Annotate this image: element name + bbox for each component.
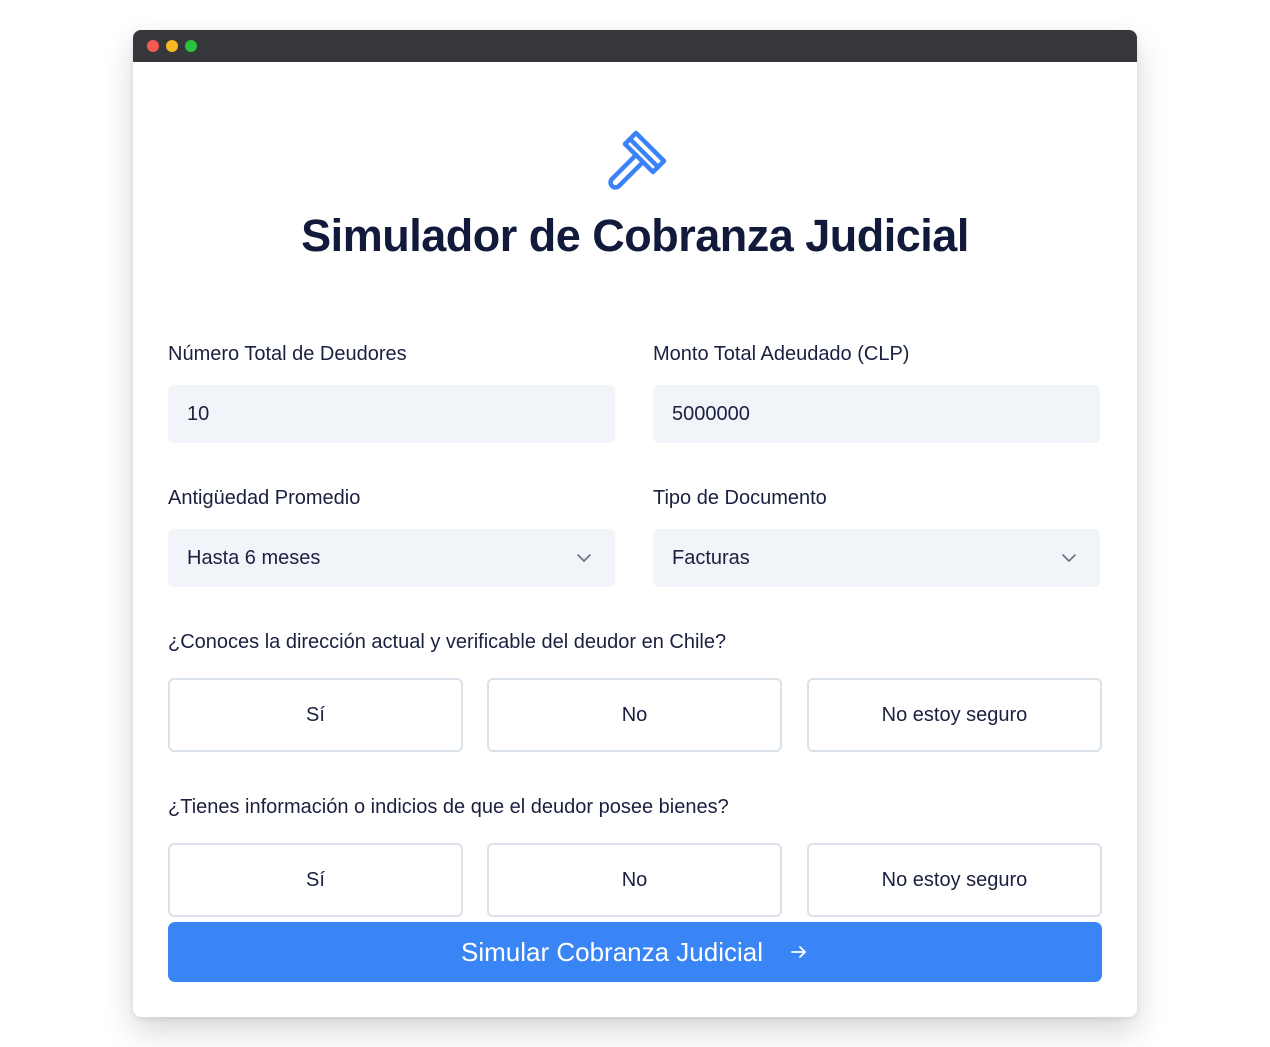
debtors-input[interactable]: 10 bbox=[168, 385, 615, 443]
assets-question: ¿Tienes información o indicios de que el… bbox=[168, 796, 729, 818]
option-label: Sí bbox=[306, 703, 325, 726]
chevron-down-icon bbox=[1062, 554, 1076, 562]
minimize-window-button[interactable] bbox=[166, 40, 178, 52]
option-label: No estoy seguro bbox=[881, 868, 1028, 891]
option-label: Sí bbox=[306, 868, 325, 891]
page-content: Simulador de Cobranza Judicial Número To… bbox=[133, 62, 1137, 1017]
close-window-button[interactable] bbox=[147, 40, 159, 52]
address-option-yes[interactable]: Sí bbox=[168, 678, 463, 752]
option-label: No bbox=[621, 703, 648, 726]
chevron-down-icon bbox=[577, 554, 591, 562]
arrow-right-icon bbox=[791, 946, 806, 958]
maximize-window-button[interactable] bbox=[185, 40, 197, 52]
simulate-button-label: Simular Cobranza Judicial bbox=[460, 936, 764, 967]
browser-window: Simulador de Cobranza Judicial Número To… bbox=[133, 30, 1137, 1017]
amount-value: 5000000 bbox=[672, 402, 750, 425]
amount-input[interactable]: 5000000 bbox=[653, 385, 1100, 443]
address-option-unsure[interactable]: No estoy seguro bbox=[807, 678, 1102, 752]
age-label: Antigüedad Promedio bbox=[168, 487, 361, 509]
debtors-label: Número Total de Deudores bbox=[168, 343, 407, 365]
window-titlebar bbox=[133, 30, 1137, 62]
option-label: No estoy seguro bbox=[881, 703, 1028, 726]
age-select[interactable]: Hasta 6 meses bbox=[168, 529, 615, 587]
simulate-button[interactable]: Simular Cobranza Judicial bbox=[168, 922, 1102, 982]
address-question: ¿Conoces la dirección actual y verificab… bbox=[168, 631, 727, 653]
gavel-icon bbox=[608, 130, 667, 190]
assets-option-unsure[interactable]: No estoy seguro bbox=[807, 843, 1102, 917]
amount-label: Monto Total Adeudado (CLP) bbox=[653, 343, 910, 365]
doc-type-selected-value: Facturas bbox=[672, 546, 750, 569]
doc-type-select[interactable]: Facturas bbox=[653, 529, 1100, 587]
option-label: No bbox=[621, 868, 648, 891]
page-title: Simulador de Cobranza Judicial bbox=[301, 210, 969, 261]
debtors-value: 10 bbox=[187, 402, 210, 425]
assets-option-no[interactable]: No bbox=[487, 843, 782, 917]
age-selected-value: Hasta 6 meses bbox=[187, 546, 321, 569]
assets-option-yes[interactable]: Sí bbox=[168, 843, 463, 917]
doc-type-label: Tipo de Documento bbox=[653, 487, 827, 509]
address-option-no[interactable]: No bbox=[487, 678, 782, 752]
